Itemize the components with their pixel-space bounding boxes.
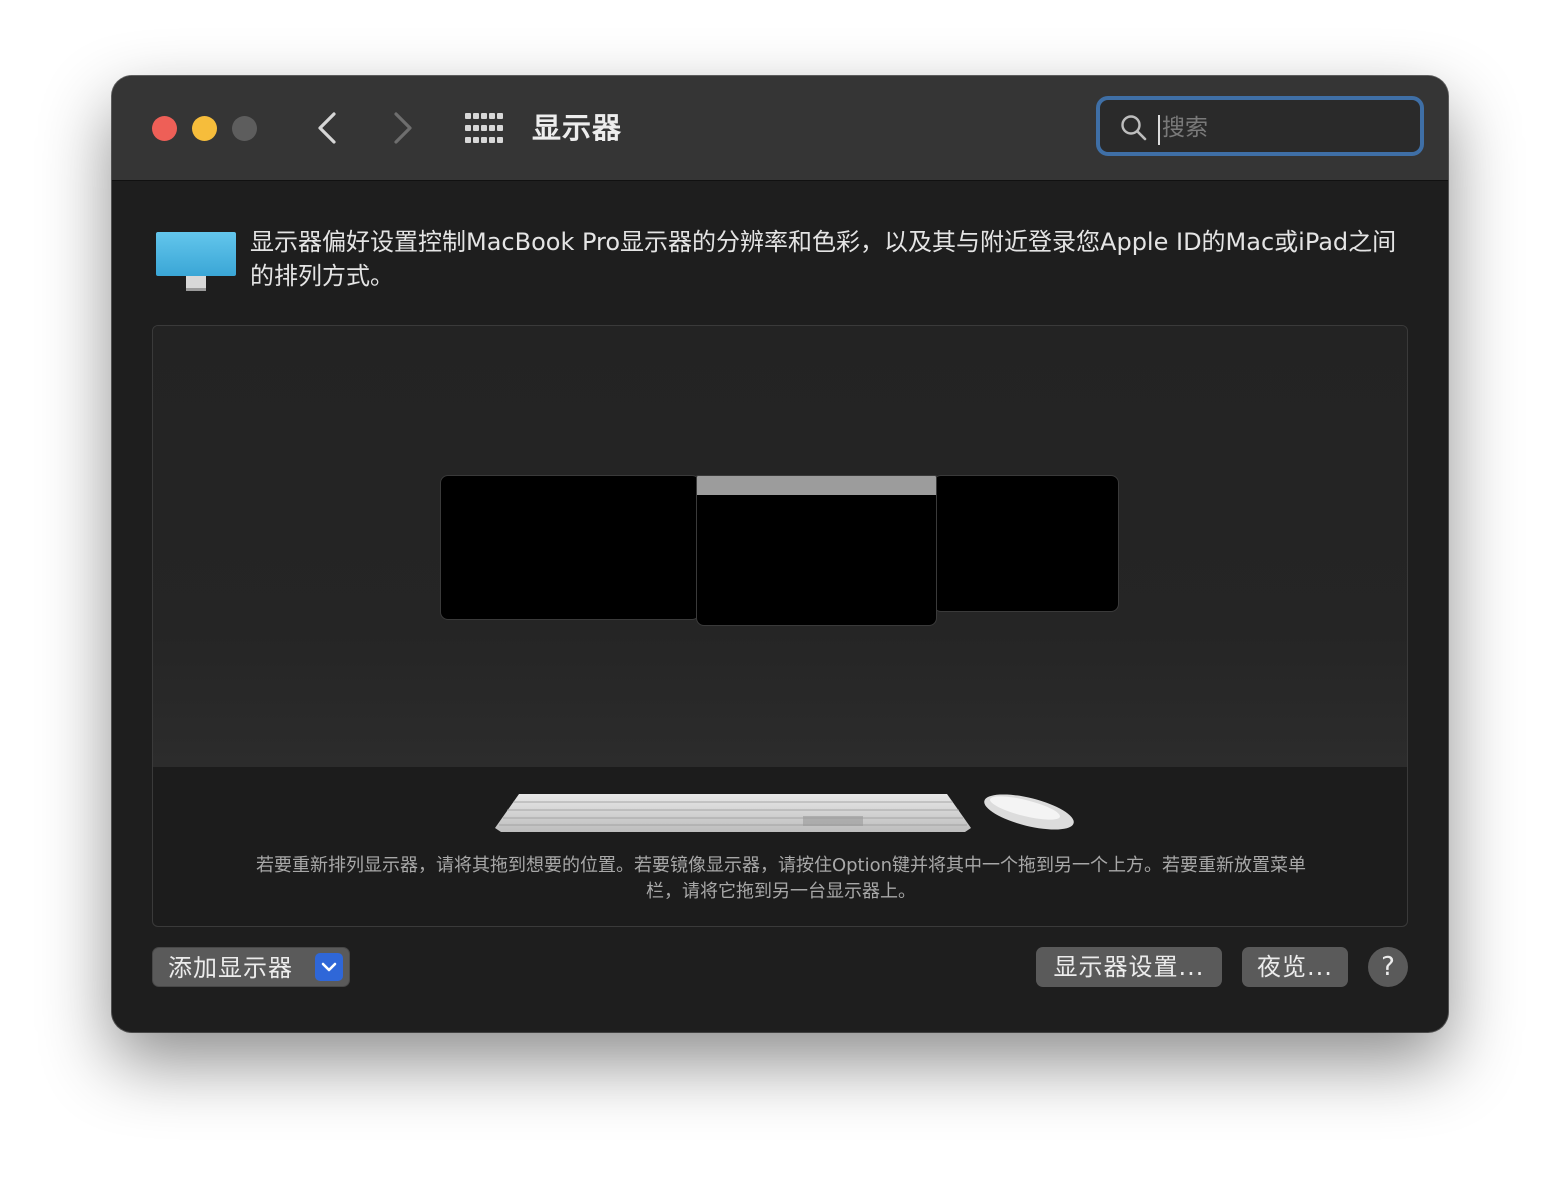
forward-arrow-icon	[394, 112, 412, 144]
search-icon	[1121, 115, 1147, 141]
arrangement-hint: 若要重新排列显示器，请将其拖到想要的位置。若要镜像显示器，请按住Option键并…	[255, 855, 1307, 902]
menu-bar-handle[interactable]	[697, 476, 936, 495]
close-button[interactable]	[152, 116, 177, 141]
back-button[interactable]	[310, 108, 346, 148]
display-left[interactable]	[440, 475, 700, 620]
text-cursor	[1158, 115, 1160, 145]
window-title: 显示器	[532, 111, 623, 145]
display-arrangement-panel: 若要重新排列显示器，请将其拖到想要的位置。若要镜像显示器，请按住Option键并…	[152, 325, 1408, 927]
keyboard-icon	[495, 794, 971, 832]
description-text: 显示器偏好设置控制MacBook Pro显示器的分辨率和色彩，以及其与附近登录您…	[250, 228, 1397, 290]
arrangement-canvas[interactable]	[153, 326, 1407, 767]
night-shift-button[interactable]: 夜览...	[1242, 947, 1348, 987]
minimize-button[interactable]	[192, 116, 217, 141]
display-settings-button[interactable]: 显示器设置...	[1036, 947, 1222, 987]
help-button[interactable]: ?	[1368, 947, 1408, 987]
show-all-grid-icon[interactable]	[465, 113, 503, 143]
search-field[interactable]	[1096, 96, 1424, 156]
display-main[interactable]	[696, 475, 937, 626]
titlebar: 显示器	[112, 76, 1448, 181]
dropdown-arrow[interactable]	[315, 953, 343, 981]
system-preferences-window: 显示器 显示器偏好设置控制MacBook Pro显示器的分辨率和色彩，以及其与附…	[112, 76, 1448, 1032]
search-input[interactable]	[1162, 110, 1402, 146]
forward-button[interactable]	[384, 108, 420, 148]
zoom-button[interactable]	[232, 116, 257, 141]
chevron-down-icon	[321, 962, 337, 972]
back-arrow-icon	[318, 112, 336, 144]
add-display-label: 添加显示器	[168, 954, 293, 982]
monitor-icon	[156, 232, 236, 291]
add-display-popup[interactable]: 添加显示器	[152, 947, 350, 987]
mouse-icon	[984, 794, 1074, 830]
display-right[interactable]	[933, 475, 1119, 612]
